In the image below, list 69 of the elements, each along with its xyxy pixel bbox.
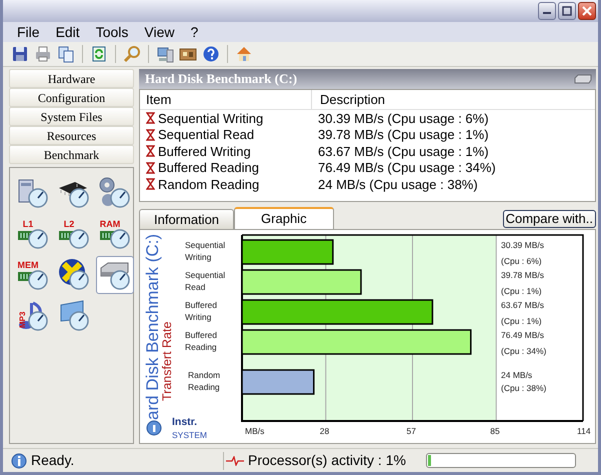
chart-annotation: Transfert Rate (160, 322, 174, 401)
home-icon[interactable] (235, 45, 253, 63)
maximize-icon (562, 6, 572, 16)
cross-gauge-icon (57, 258, 91, 292)
item-cell-text: Sequential Read (158, 126, 254, 144)
value-label: 39.78 MB/s (Cpu : 1%) (501, 270, 544, 296)
logo-text: SYSTEM (172, 430, 207, 440)
refresh-icon[interactable] (90, 45, 108, 63)
category-label: Random Reading (188, 370, 220, 392)
save-icon[interactable] (11, 45, 29, 63)
description-cell-text: 63.67 MB/s (Cpu usage : 1%) (317, 142, 489, 161)
tick-label: MB/s (245, 426, 264, 436)
hourglass-icon (146, 112, 155, 124)
menu-item[interactable]: Edit (48, 23, 88, 41)
value-label: 24 MB/s (Cpu : 38%) (501, 370, 546, 393)
search-icon[interactable] (123, 45, 141, 63)
maximize-button[interactable] (558, 2, 576, 20)
hourglass-icon (146, 162, 155, 174)
print-icon[interactable] (34, 45, 52, 63)
item-cell-text: Random Reading (158, 176, 260, 194)
column-header[interactable]: Description (312, 90, 386, 110)
tick-label: 57 (406, 426, 416, 436)
pulse-icon (226, 456, 244, 466)
hourglass-icon (146, 145, 155, 158)
close-icon (582, 6, 592, 16)
status-message: Ready. (31, 451, 76, 470)
info-icon (146, 420, 162, 436)
info-icon (11, 452, 27, 468)
minimize-button[interactable] (538, 2, 556, 20)
compare-button[interactable]: Compare with.. (502, 210, 596, 228)
activity-label: Processor(s) activity : 1% (248, 451, 406, 470)
logo-text: Instr. (172, 416, 198, 428)
description-cell-text: 24 MB/s (Cpu usage : 38%) (317, 176, 478, 194)
menu-item[interactable]: File (9, 23, 48, 41)
category-label: Sequential Writing (185, 240, 226, 262)
item-cell-text: Buffered Reading (158, 159, 259, 177)
value-label: 30.39 MB/s (Cpu : 6%) (501, 240, 544, 266)
nav-button[interactable]: Resources (9, 126, 134, 145)
panel-title: Hard Disk Benchmark (C:) (145, 70, 298, 88)
menu-item[interactable]: ? (182, 23, 206, 41)
nav-button[interactable]: System Files (9, 107, 134, 126)
chart-title: ard Disk Benchmark (C:) (143, 234, 162, 420)
hourglass-icon (146, 128, 155, 141)
description-cell-text: 76.49 MB/s (Cpu usage : 34%) (317, 159, 496, 177)
menu-item[interactable]: View (136, 23, 182, 41)
category-label: Buffered Writing (185, 300, 217, 322)
description-cell-text: 39.78 MB/s (Cpu usage : 1%) (317, 126, 489, 144)
nav-button[interactable]: Hardware (9, 69, 134, 88)
tab[interactable]: Information (139, 209, 234, 229)
item-cell-text: Buffered Writing (158, 142, 251, 161)
column-header[interactable]: Item (140, 90, 312, 110)
description-cell-text: 30.39 MB/s (Cpu usage : 6%) (317, 110, 489, 128)
item-cell-text: Sequential Writing (158, 110, 264, 128)
value-label: 76.49 MB/s (Cpu : 34%) (501, 330, 546, 356)
copy-icon[interactable] (57, 45, 75, 63)
computer-icon[interactable] (156, 45, 174, 63)
nav-button[interactable]: Benchmark (9, 145, 134, 164)
category-label: Buffered Reading (185, 330, 217, 352)
hourglass-icon (146, 178, 155, 190)
value-label: 63.67 MB/s (Cpu : 1%) (501, 300, 544, 326)
nav-button[interactable]: Configuration (9, 88, 134, 107)
category-label: Sequential Read (185, 270, 226, 292)
menu-item[interactable]: Tools (88, 23, 136, 41)
close-button[interactable] (578, 2, 596, 20)
tick-label: 114 (577, 426, 591, 436)
tab[interactable]: Graphic (234, 207, 334, 229)
tick-label: 28 (320, 426, 330, 436)
help-icon[interactable] (202, 45, 220, 63)
tick-label: 85 (490, 426, 500, 436)
